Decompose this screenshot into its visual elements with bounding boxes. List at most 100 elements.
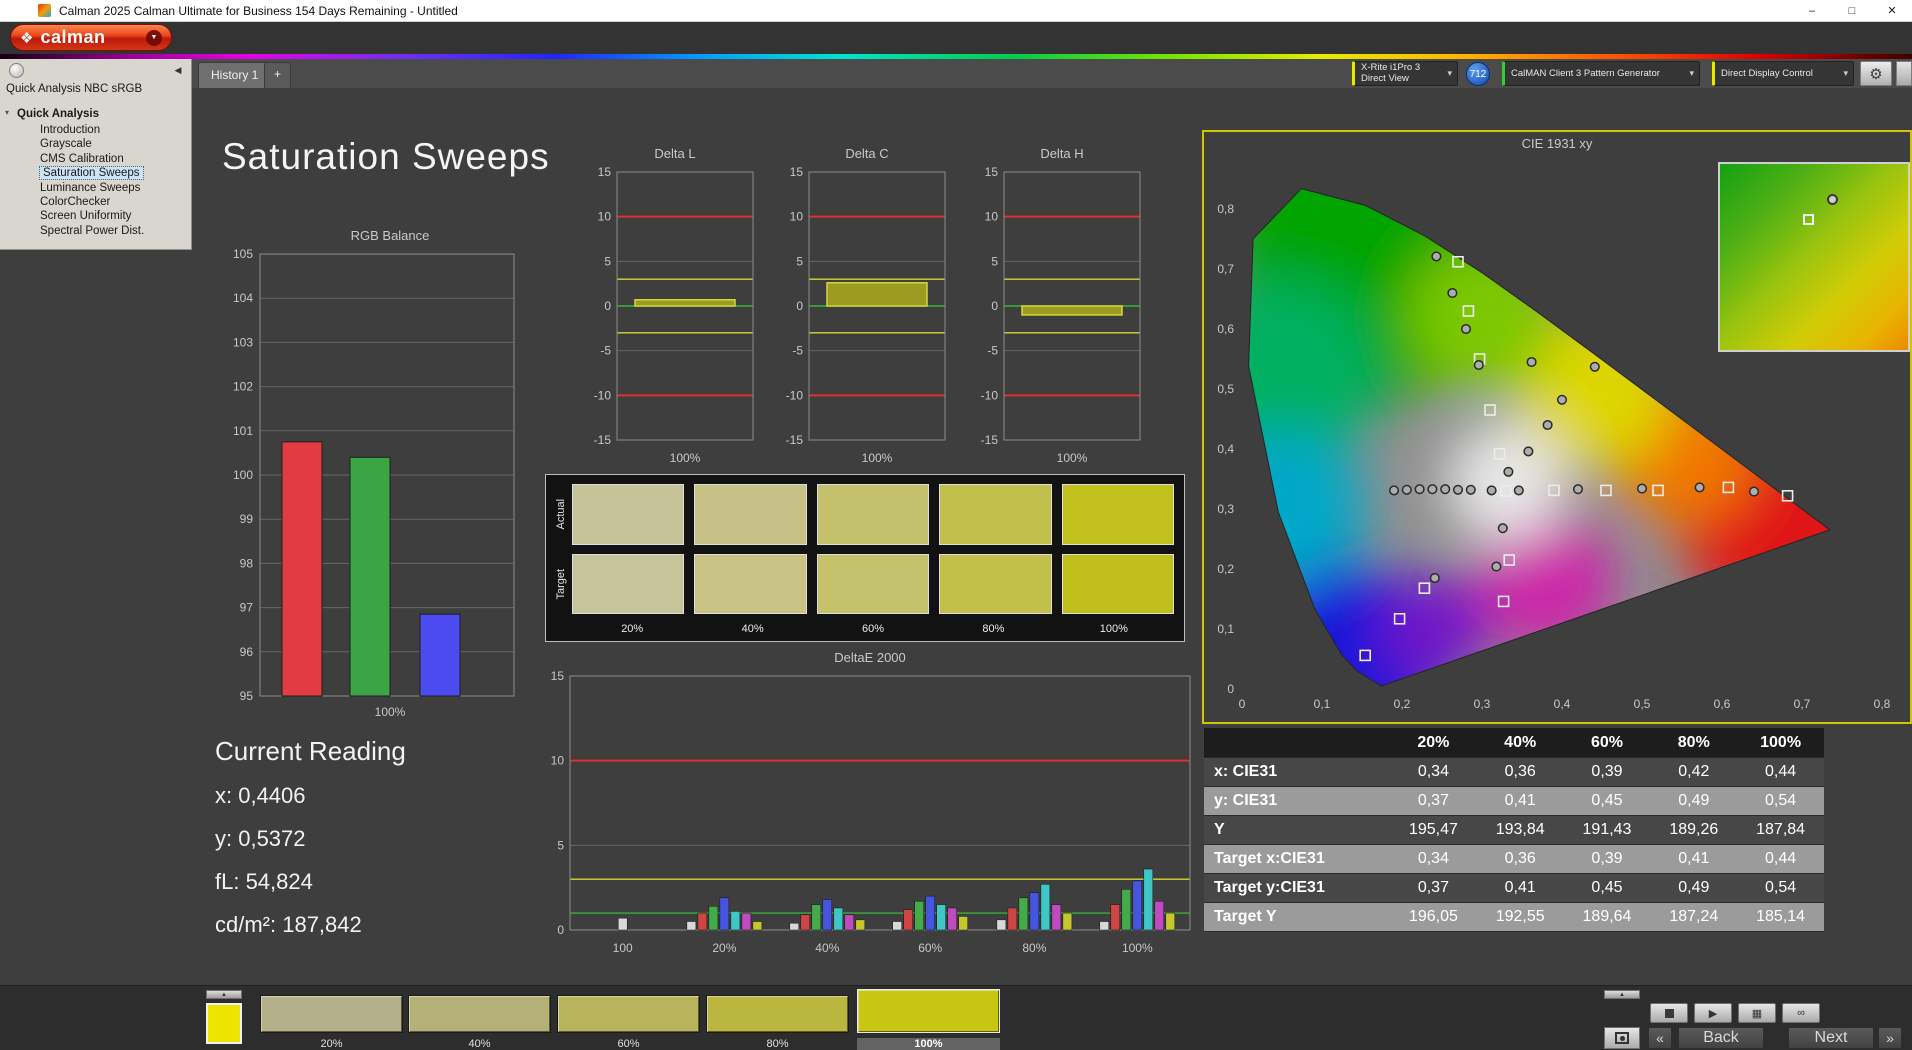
svg-text:-5: -5 [600, 344, 611, 358]
pattern-label: 40% [468, 1038, 491, 1050]
source-dropdown[interactable]: CalMAN Client 3 Pattern Generator ▾ [1502, 61, 1700, 86]
svg-text:-10: -10 [594, 388, 612, 402]
svg-text:-15: -15 [594, 433, 612, 447]
sidebar-item-luminance-sweeps[interactable]: Luminance Sweeps [0, 181, 191, 195]
sidebar-item-screen-uniformity[interactable]: Screen Uniformity [0, 209, 191, 223]
table-row: Target y:CIE31 0,37 0,41 0,45 0,49 0,54 [1204, 874, 1824, 903]
calman-wordmark: calman [40, 27, 106, 47]
cie-measurement-marker [1440, 484, 1451, 495]
display-control-dropdown[interactable]: Direct Display Control ▾ [1712, 61, 1854, 86]
bar-red [281, 441, 323, 697]
svg-text:100: 100 [613, 941, 633, 955]
svg-text:15: 15 [551, 669, 565, 683]
svg-text:0,1: 0,1 [1314, 697, 1331, 711]
sidebar-item-spectral-power-dist-[interactable]: Spectral Power Dist. [0, 224, 191, 238]
expand-controls-button[interactable]: ▲ [1604, 990, 1640, 999]
svg-text:0,7: 0,7 [1217, 262, 1234, 276]
actual-swatch-20% [572, 484, 685, 545]
cie-chart-panel: CIE 1931 xy 0 0,1 0,2 0,3 0,4 0,5 0,6 0,7 0,8 0 0,… [1202, 130, 1912, 724]
cie-measurement-marker [1486, 485, 1497, 496]
cie-measurement-marker [1497, 523, 1508, 534]
settings-button[interactable]: ⚙ [1860, 61, 1892, 86]
cie-measurement-marker [1388, 485, 1400, 496]
svg-text:0,6: 0,6 [1714, 697, 1731, 711]
sidebar-item-introduction[interactable]: Introduction [0, 123, 191, 137]
current-reading: Current Reading x: 0,4406 y: 0,5372 fL: 54… [215, 736, 406, 955]
next-chevron-button[interactable]: » [1878, 1027, 1902, 1049]
svg-text:0,3: 0,3 [1474, 697, 1491, 711]
sidebar-item-saturation-sweeps[interactable]: Saturation Sweeps [0, 166, 191, 181]
svg-text:-10: -10 [786, 388, 804, 402]
svg-text:5: 5 [604, 254, 611, 268]
svg-text:98: 98 [240, 556, 254, 570]
minimize-button[interactable]: – [1792, 0, 1832, 22]
delta-c-chart: Delta C -15 -10 -5 0 5 10 15 100% [777, 146, 957, 471]
toolbar: History 1 + X-Rite i1Pro 3 Direct View ▾… [0, 59, 1912, 88]
svg-text:0,4: 0,4 [1217, 442, 1234, 456]
pattern-button-40%[interactable] [408, 995, 551, 1033]
stop-button[interactable] [1650, 1003, 1688, 1023]
workflow-tree: Introduction Grayscale CMS Calibration Satu… [0, 123, 191, 238]
pattern-button-100%[interactable] [857, 989, 1000, 1033]
table-row: y: CIE31 0,37 0,41 0,45 0,49 0,54 [1204, 787, 1824, 816]
delta-l-svg: -15 -10 -5 0 5 10 15 100% [594, 165, 754, 465]
cie-measurement-marker [1556, 394, 1568, 405]
svg-text:5: 5 [991, 254, 998, 268]
svg-text:0,5: 0,5 [1634, 697, 1651, 711]
sidebar-item-cms-calibration[interactable]: CMS Calibration [0, 152, 191, 166]
actual-swatch-80% [939, 484, 1052, 545]
delta-c-title: Delta C [845, 146, 889, 161]
tab-add[interactable]: + [264, 62, 292, 88]
pattern-button-80%[interactable] [706, 995, 849, 1033]
table-header-row: 20% 40% 60% 80% 100% [1204, 728, 1824, 758]
gear-icon: ⚙ [1869, 65, 1883, 83]
swatch-column-labels: 20% 40% 60% 80% 100% [572, 623, 1174, 639]
svg-text:0: 0 [1227, 682, 1234, 696]
actual-row-label: Actual [555, 498, 567, 530]
meter-dropdown[interactable]: X-Rite i1Pro 3 Direct View ▾ [1352, 61, 1458, 86]
bar-green [349, 456, 391, 697]
current-reading-title: Current Reading [215, 736, 406, 766]
close-button[interactable]: ✕ [1872, 0, 1912, 22]
back-button[interactable]: Back [1678, 1027, 1764, 1049]
collapse-sidebar-button[interactable]: ◀ [170, 65, 186, 76]
actual-swatch-60% [816, 484, 930, 545]
svg-text:10: 10 [551, 754, 565, 768]
save-button[interactable]: ▦ [1738, 1003, 1776, 1023]
svg-text:0,6: 0,6 [1217, 322, 1234, 336]
svg-text:0,8: 0,8 [1217, 202, 1234, 216]
actual-swatch-row [572, 484, 1175, 545]
target-row-label: Target [555, 568, 567, 600]
pattern-button-60%[interactable] [557, 995, 700, 1033]
inset-measurement-marker [1827, 193, 1839, 205]
deltae2000-svg: 0 5 10 15 100 20% 40% 60% 80% 100% [551, 669, 1191, 955]
cie-measurement-marker [1542, 419, 1553, 431]
maximize-button[interactable]: □ [1832, 0, 1872, 22]
sidebar-item-grayscale[interactable]: Grayscale [0, 137, 191, 151]
session-options-button[interactable] [9, 62, 24, 78]
actual-swatch-100% [1061, 484, 1175, 545]
calman-menu-button[interactable]: ❖ calman ▼ [10, 24, 172, 51]
svg-text:0: 0 [557, 923, 564, 937]
panel-edge-button[interactable] [1896, 61, 1912, 86]
cie-measurement-marker [1503, 466, 1514, 477]
loop-button[interactable]: ∞ [1782, 1003, 1820, 1023]
reading-value: y: 0,5372 [215, 826, 306, 851]
results-table: 20% 40% 60% 80% 100% x: CIE31 0,34 0,36 0,39 0,42… [1204, 728, 1824, 932]
svg-text:101: 101 [233, 424, 253, 438]
svg-text:100%: 100% [375, 705, 406, 719]
target-swatch-100% [1061, 553, 1175, 614]
tab-history-1[interactable]: History 1 [198, 62, 272, 88]
active-pattern-color[interactable] [206, 1003, 242, 1044]
pattern-window-button[interactable] [1604, 1027, 1640, 1049]
next-button[interactable]: Next [1788, 1027, 1874, 1049]
target-swatch-40% [694, 553, 807, 614]
expand-patterns-button[interactable]: ▲ [206, 990, 242, 999]
play-button[interactable]: ▶ [1694, 1003, 1732, 1023]
pattern-label: 20% [320, 1038, 343, 1050]
sidebar-item-colorchecker[interactable]: ColorChecker [0, 195, 191, 209]
workflow-sidebar: ◀ Quick Analysis NBC sRGB ▾ Quick Analys… [0, 59, 192, 250]
pattern-button-20%[interactable] [260, 995, 403, 1033]
back-chevron-button[interactable]: « [1648, 1027, 1672, 1049]
tree-root[interactable]: ▾ Quick Analysis [0, 108, 191, 120]
